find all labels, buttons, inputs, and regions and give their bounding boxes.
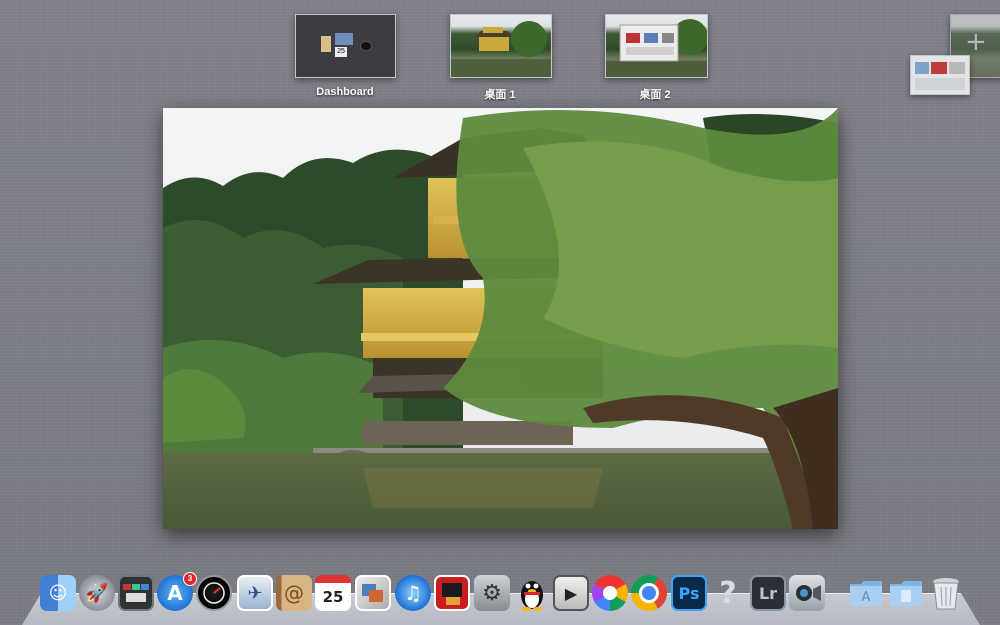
trash-icon[interactable] (928, 575, 964, 611)
trash-can-glyph (933, 578, 959, 610)
itunes-icon[interactable]: ♫ (395, 575, 431, 611)
space-label: 桌面 2 (639, 89, 671, 101)
dvd-player-icon[interactable]: ▶ (553, 575, 589, 611)
documents-folder-icon[interactable] (888, 575, 924, 611)
system-preferences-icon[interactable]: ⚙ (474, 575, 510, 611)
desktop-1-wallpaper (451, 15, 551, 77)
space-desktop-2-thumbnail[interactable] (605, 14, 708, 78)
desktop-preview[interactable] (163, 108, 838, 529)
chrome-icon[interactable] (631, 575, 667, 611)
dragged-window-art (911, 56, 969, 94)
dashboard-icon[interactable] (196, 575, 232, 611)
space-label: Dashboard (316, 86, 374, 98)
launchpad-icon[interactable]: 🚀 (79, 575, 115, 611)
desktop-2-wallpaper (606, 15, 707, 77)
qq-penguin-icon[interactable] (514, 575, 550, 611)
folder-glyph (890, 581, 922, 606)
gauge-glyph (203, 582, 225, 604)
space-desktop-1-thumbnail[interactable] (450, 14, 552, 78)
applications-folder-icon[interactable]: A (848, 575, 884, 611)
widget-note (321, 36, 331, 52)
facetime-icon[interactable] (789, 575, 825, 611)
folder-glyph: A (850, 581, 882, 606)
finder-icon[interactable]: ☺ (40, 575, 76, 611)
space-label: 桌面 1 (484, 89, 516, 101)
mission-control-icon[interactable] (118, 575, 154, 611)
contacts-icon[interactable]: @ (276, 575, 312, 611)
penguin-glyph (521, 581, 543, 611)
dragged-window-thumbnail[interactable] (910, 55, 970, 95)
photo-booth-icon[interactable] (355, 575, 391, 611)
picasa-icon[interactable] (592, 575, 628, 611)
camera-glyph (796, 585, 821, 601)
photo-slideshow-icon[interactable] (434, 575, 470, 611)
mail-icon[interactable]: ✈ (237, 575, 273, 611)
chrome-center (639, 583, 659, 603)
dashboard-widgets: 25 (296, 15, 395, 77)
mission-control-glyph (123, 584, 149, 602)
calendar-icon[interactable]: 25 (315, 575, 351, 611)
slideshow-glyph (442, 583, 462, 605)
svg-text:A: A (862, 590, 871, 605)
unknown-app-icon[interactable]: ? (710, 575, 746, 611)
app-store-update-badge: 3 (183, 572, 197, 586)
photoshop-icon[interactable]: Ps (671, 575, 707, 611)
lightroom-icon[interactable]: Lr (750, 575, 786, 611)
widget-weather (335, 33, 353, 45)
picasa-center (603, 586, 617, 600)
plus-icon: + (965, 27, 987, 57)
space-dashboard-thumbnail[interactable]: 25 (295, 14, 396, 78)
wallpaper-golden-pavilion (163, 108, 838, 529)
widget-calendar: 25 (335, 47, 347, 57)
widget-clock (360, 41, 372, 51)
photos-glyph (362, 584, 383, 602)
pavilion-thumbnail-art (451, 21, 551, 77)
window-thumbnail-art (606, 19, 707, 77)
